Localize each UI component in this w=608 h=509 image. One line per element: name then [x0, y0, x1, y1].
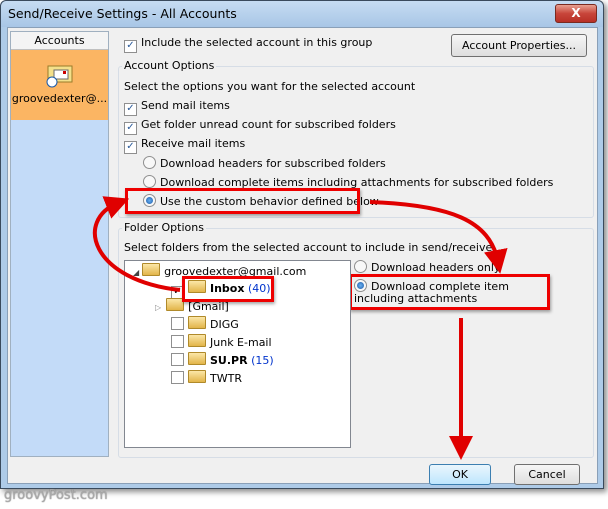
send-mail-checkbox[interactable]: ✓ Send mail items [124, 99, 230, 116]
tree-item-junk[interactable]: Junk E-mail [171, 334, 272, 349]
window-title: Send/Receive Settings - All Accounts [8, 6, 237, 21]
get-unread-label: Get folder unread count for subscribed f… [141, 118, 396, 131]
radio-download-complete[interactable]: Download complete items including attach… [143, 175, 553, 189]
folder-options-legend: Folder Options [122, 221, 206, 234]
receive-mail-checkbox[interactable]: ✓ Receive mail items [124, 137, 245, 154]
checkbox[interactable] [171, 371, 184, 384]
checkbox-checked[interactable]: ✓ [124, 40, 137, 53]
close-icon: X [571, 6, 581, 20]
account-name: groovedexter@... [11, 92, 108, 105]
tree-item-twtr[interactable]: TWTR [171, 370, 242, 385]
include-account-checkbox[interactable]: ✓ Include the selected account in this gr… [124, 36, 372, 53]
checkbox[interactable] [171, 317, 184, 330]
send-mail-label: Send mail items [141, 99, 230, 112]
radio-button[interactable] [354, 260, 367, 273]
checkbox-checked[interactable]: ✓ [124, 141, 137, 154]
radio-button[interactable] [143, 175, 156, 188]
radio-headers-only[interactable]: Download headers only [354, 260, 500, 274]
checkbox[interactable] [171, 335, 184, 348]
title-bar: Send/Receive Settings - All Accounts X [1, 1, 603, 27]
folder-icon [188, 352, 206, 365]
watermark: groovyPost.com [4, 488, 108, 503]
radio-label: Download headers only [371, 261, 501, 274]
junk-folder-icon [188, 334, 206, 347]
tree-item-digg[interactable]: DIGG [171, 316, 239, 331]
folder-name: TWTR [210, 372, 242, 385]
radio-download-headers[interactable]: Download headers for subscribed folders [143, 156, 386, 170]
account-folder-icon [142, 263, 161, 276]
accounts-header: Accounts [11, 32, 108, 50]
highlight-box [125, 188, 360, 214]
mail-account-icon [46, 65, 72, 88]
radio-label: Download headers for subscribed folders [160, 157, 386, 170]
account-properties-button[interactable]: Account Properties... [451, 34, 587, 57]
account-options-description: Select the options you want for the sele… [124, 80, 416, 93]
accounts-list: Accounts groovedexter@... [10, 31, 109, 457]
get-unread-checkbox[interactable]: ✓ Get folder unread count for subscribed … [124, 118, 396, 135]
highlight-box [349, 274, 550, 310]
ok-button[interactable]: OK [429, 464, 491, 485]
checkbox-checked[interactable]: ✓ [124, 103, 137, 116]
expand-icon[interactable]: ▷ [155, 303, 161, 312]
account-options-legend: Account Options [122, 59, 217, 72]
checkbox-checked[interactable]: ✓ [124, 122, 137, 135]
highlight-box [182, 276, 274, 302]
collapse-icon[interactable]: ◢ [133, 268, 139, 277]
unread-count: (15) [251, 354, 274, 367]
folder-name: Junk E-mail [210, 336, 272, 349]
folder-options-description: Select folders from the selected account… [124, 241, 493, 254]
include-account-label: Include the selected account in this gro… [141, 36, 373, 49]
account-item[interactable]: groovedexter@... [11, 50, 108, 120]
radio-button[interactable] [143, 156, 156, 169]
folder-name: SU.PR [210, 354, 248, 367]
cancel-button[interactable]: Cancel [514, 464, 580, 485]
folder-icon [188, 316, 206, 329]
tree-item-supr[interactable]: SU.PR (15) [171, 352, 274, 367]
receive-mail-label: Receive mail items [141, 137, 246, 150]
folder-icon [188, 370, 206, 383]
checkbox[interactable] [171, 353, 184, 366]
folder-name: DIGG [210, 318, 239, 331]
close-button[interactable]: X [555, 4, 597, 23]
